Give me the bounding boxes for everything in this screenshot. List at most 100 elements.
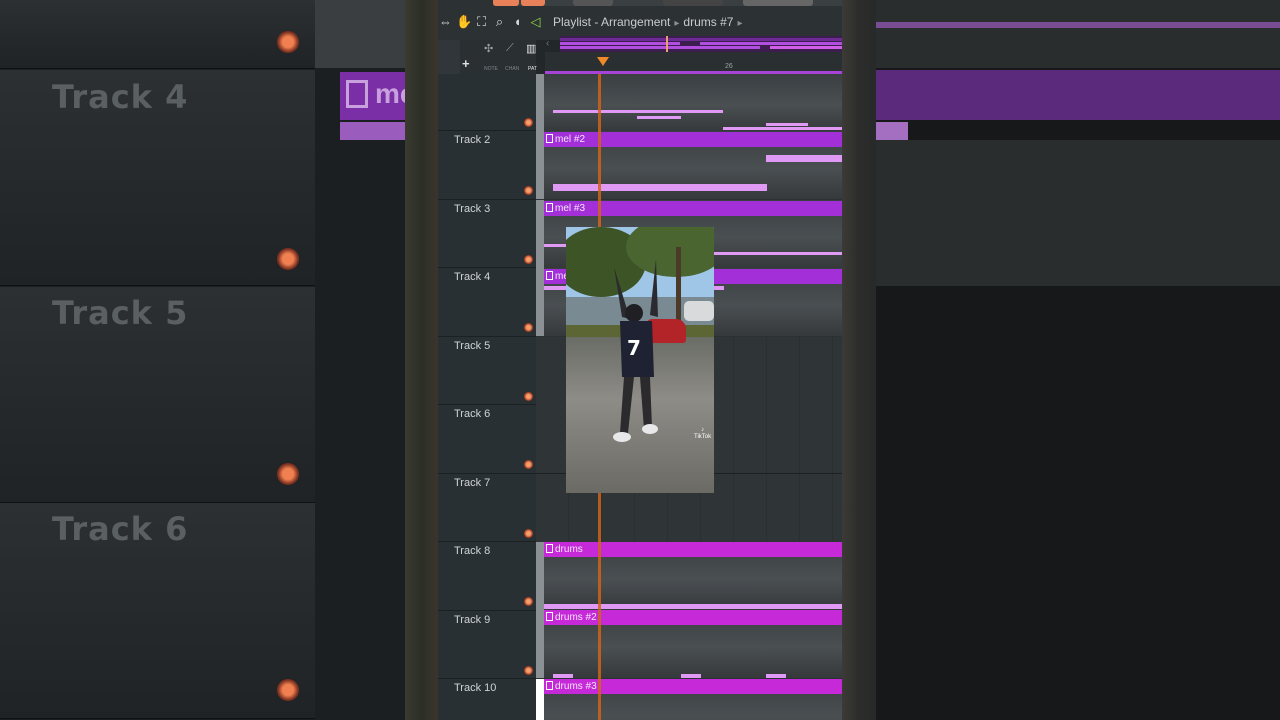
overview-row <box>560 38 842 41</box>
bg-band <box>876 0 1280 68</box>
record-arm-icon[interactable] <box>524 118 533 127</box>
record-arm-icon[interactable] <box>524 392 533 401</box>
record-arm-icon[interactable] <box>524 186 533 195</box>
piano-icon[interactable]: ▥ <box>526 42 536 55</box>
zoom-icon[interactable]: ⌕ <box>492 14 507 30</box>
track-lane[interactable] <box>536 74 842 131</box>
filter-note-label: NOTE <box>484 66 498 72</box>
track-divider <box>438 610 536 611</box>
track-name[interactable]: Track 2 <box>454 134 490 146</box>
track-name[interactable]: Track 10 <box>454 682 496 694</box>
overview-row <box>700 42 842 45</box>
background-strip <box>405 0 438 720</box>
toolbar-slider[interactable] <box>743 0 813 6</box>
scroll-left-icon[interactable]: ‹ <box>546 38 558 52</box>
speaker-icon[interactable]: ◁ <box>528 14 543 30</box>
title-bar: ⇔ ✋ ⛶ ⌕ ◖ ◁ Playlist - Arrangement ▸ drums… <box>438 0 842 40</box>
clip-note <box>766 155 842 162</box>
track-divider <box>438 473 536 474</box>
track-header-toolbar: + ✣ ⟋ ▥ NOTE CHAN PAT <box>460 40 537 74</box>
pattern-clip[interactable]: mel #2 <box>544 132 842 147</box>
record-arm-icon[interactable] <box>524 323 533 332</box>
breadcrumb-arrow-icon: ▸ <box>737 18 743 29</box>
waveform-icon[interactable]: ✣ <box>484 42 493 55</box>
filter-chan-label: CHAN <box>505 66 520 72</box>
pattern-clip[interactable]: drums #2 <box>544 610 842 625</box>
track-divider <box>438 267 536 268</box>
video-person: 7 <box>613 259 658 442</box>
add-track-button[interactable]: + <box>462 56 470 71</box>
pattern-icon <box>546 134 553 143</box>
hand-icon[interactable]: ✋ <box>456 14 472 30</box>
pattern-icon <box>546 681 553 690</box>
bg-clip-label: mel <box>375 78 405 109</box>
track-name[interactable]: Track 7 <box>454 477 490 489</box>
background-strip <box>842 0 876 720</box>
screen: Track 4 Track 5 Track 6 mel <box>0 0 1280 720</box>
bg-band <box>876 22 1280 28</box>
clip-note <box>712 252 842 255</box>
lane-edge <box>536 74 544 131</box>
watermark-label: TikTok <box>694 434 712 440</box>
lane-edge <box>536 200 544 268</box>
lane-edge <box>536 268 544 336</box>
track-divider <box>438 336 536 337</box>
track-divider <box>438 199 536 200</box>
bg-clip <box>315 0 405 68</box>
clip-label: drums #3 <box>555 681 597 692</box>
track-name[interactable]: Track 5 <box>454 340 490 352</box>
video-overlay[interactable]: 7 ♪ TikTok <box>566 227 714 493</box>
track-divider <box>438 130 536 131</box>
track-name[interactable]: Track 9 <box>454 614 490 626</box>
clip-note <box>553 110 723 113</box>
mute-icon[interactable]: ◖ <box>510 14 525 30</box>
bar-number: 26 <box>725 63 733 70</box>
record-arm-icon[interactable] <box>524 666 533 675</box>
record-arm-icon[interactable] <box>524 529 533 538</box>
track-divider <box>438 541 536 542</box>
transport-button[interactable] <box>493 0 519 6</box>
record-arm-icon[interactable] <box>524 255 533 264</box>
title-main: Playlist - Arrangement <box>553 15 671 29</box>
clip-label: drums #2 <box>555 612 597 623</box>
pattern-clip[interactable]: drums <box>544 542 842 557</box>
transport-button[interactable] <box>521 0 545 6</box>
tool-buttons: ⇔ ✋ ⛶ ⌕ ◖ ◁ <box>438 14 543 34</box>
clip-note <box>553 674 573 678</box>
track-name[interactable]: Track 6 <box>454 408 490 420</box>
playback-icon[interactable]: ⇔ <box>438 14 453 30</box>
arrangement-overview[interactable] <box>560 36 842 52</box>
automation-icon[interactable]: ⟋ <box>506 42 514 55</box>
bg-clip-icon <box>346 80 368 108</box>
clip-note <box>723 127 842 130</box>
clip-note <box>544 244 566 247</box>
track-name[interactable]: Track 3 <box>454 203 490 215</box>
toolbar-button[interactable] <box>573 0 613 6</box>
track-lane[interactable]: drums <box>536 542 842 610</box>
clip-note <box>766 123 808 126</box>
clip-label: drums <box>555 544 583 555</box>
track-name[interactable]: Track 8 <box>454 545 490 557</box>
track-name[interactable]: Track 4 <box>454 271 490 283</box>
playhead-marker-icon[interactable] <box>597 57 609 66</box>
bg-band <box>876 70 1280 120</box>
lane-edge <box>536 131 544 199</box>
lane-edge <box>536 542 544 610</box>
track-lane[interactable]: drums #2 <box>536 610 842 678</box>
track-lane[interactable]: drums #3 <box>536 679 842 720</box>
pattern-clip[interactable]: mel #3 <box>544 201 842 216</box>
pattern-clip[interactable]: drums #3 <box>544 679 842 694</box>
clip-note <box>553 184 767 191</box>
select-icon[interactable]: ⛶ <box>474 14 489 30</box>
title-pattern[interactable]: drums #7 <box>683 15 733 29</box>
pattern-icon <box>546 612 553 621</box>
toolbar-display <box>663 0 723 6</box>
clip-label: mel #3 <box>555 203 586 214</box>
record-arm-icon[interactable] <box>524 597 533 606</box>
track-lane[interactable]: mel #2 <box>536 131 842 199</box>
record-arm-icon[interactable] <box>524 460 533 469</box>
bg-track <box>0 0 315 69</box>
track-names-column: Track 2 Track 3 Track 4 Track 5 Track 6 … <box>438 74 536 720</box>
overview-row <box>770 46 842 49</box>
timeline-ruler[interactable]: 26 <box>545 52 842 74</box>
